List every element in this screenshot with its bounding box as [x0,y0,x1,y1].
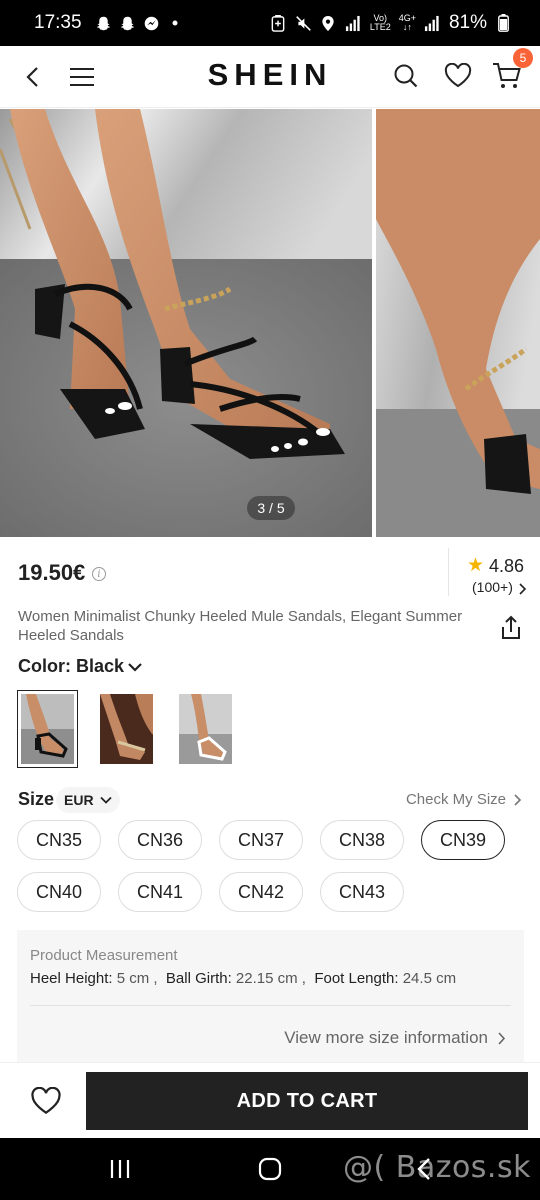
ball-girth-value: 22.15 cm , [231,970,306,987]
color-label: Color: Black [18,656,125,676]
signal-icon [424,15,441,32]
rating-summary[interactable]: ★ 4.86 (100+) [448,548,540,596]
product-gallery[interactable]: 3 / 5 [0,109,540,537]
size-unit-selector[interactable]: EUR [56,787,120,813]
battery-icon [495,14,512,32]
check-my-size-link[interactable]: Check My Size [406,791,522,808]
dot-icon [167,15,184,32]
cart-badge: 5 [513,48,533,68]
location-icon [320,15,337,32]
snapchat-icon [119,15,136,32]
info-icon[interactable]: i [92,567,106,581]
chevron-right-icon [514,793,522,806]
system-nav-bar: @( Bazos.sk [0,1138,540,1200]
size-option-cn39[interactable]: CN39 [421,820,505,860]
color-swatch-black[interactable] [17,690,78,768]
recent-apps-icon [110,1160,130,1178]
color-swatch-brown[interactable] [96,690,157,768]
home-button[interactable] [250,1154,290,1184]
ball-girth-label: Ball Girth: [165,970,232,987]
search-icon[interactable] [386,56,426,96]
image-counter: 3 / 5 [247,496,295,520]
size-option-cn40[interactable]: CN40 [17,872,101,912]
battery-percent: 81% [448,12,487,33]
bottom-action-bar: ADD TO CART [0,1062,540,1138]
wishlist-button[interactable] [26,1083,66,1119]
cart-button[interactable]: 5 [487,48,533,96]
heel-height-value: 5 cm , [112,970,158,987]
add-to-cart-button[interactable]: ADD TO CART [86,1072,528,1130]
network-label: Vo) LTE2 [369,13,391,32]
size-option-cn41[interactable]: CN41 [118,872,202,912]
color-swatches [17,690,236,768]
price-row: 19.50€ i ★ 4.86 (100+) [0,544,540,600]
color-selector[interactable]: Color: Black [18,656,142,677]
mute-icon [295,15,312,32]
foot-length-value: 24.5 cm [398,970,457,987]
measurement-values: Heel Height: 5 cm , Ball Girth: 22.15 cm… [30,970,456,987]
menu-icon[interactable] [62,57,102,97]
product-image[interactable] [0,109,372,537]
divider [30,1005,511,1006]
heart-icon[interactable] [438,56,478,96]
price: 19.50€ [18,560,86,585]
swatch-thumbnail [21,694,74,764]
status-time: 17:35 [34,12,82,33]
product-image-next[interactable] [376,109,540,537]
check-my-size-label: Check My Size [405,791,506,808]
back-arrow-icon[interactable] [13,57,53,97]
snapchat-icon [95,15,112,32]
chevron-down-icon [99,796,112,804]
status-bar: 17:35 Vo) LTE2 4G+ ↓↑ 81% [0,0,540,46]
heel-height-label: Heel Height: [30,970,113,987]
chevron-down-icon [128,662,142,672]
home-icon [258,1157,282,1181]
star-icon: ★ [467,555,485,576]
data-label: 4G+ ↓↑ [398,13,416,32]
product-title: Women Minimalist Chunky Heeled Mule Sand… [18,608,463,644]
app-header: SHEIN 5 [0,46,540,108]
color-swatch-white[interactable] [175,690,236,768]
measurement-title: Product Measurement [30,947,178,964]
product-measurement: Product Measurement Heel Height: 5 cm , … [17,930,524,1064]
foot-length-label: Foot Length: [314,970,399,987]
size-option-cn37[interactable]: CN37 [219,820,303,860]
swatch-thumbnail [179,694,232,764]
size-option-cn38[interactable]: CN38 [320,820,404,860]
view-more-size-link[interactable]: View more size information [284,1028,506,1048]
size-option-cn42[interactable]: CN42 [219,872,303,912]
battery-saver-icon [270,14,287,32]
size-unit-value: EUR [64,792,94,808]
review-count: (100+) [472,579,513,595]
recent-apps-button[interactable] [100,1154,140,1184]
heart-icon [31,1086,61,1114]
swatch-thumbnail [100,694,153,764]
watermark: @( Bazos.sk [343,1150,531,1185]
rating-value: 4.86 [489,556,525,576]
share-icon[interactable] [497,614,525,642]
messenger-icon [143,15,160,32]
size-label: Size [18,789,55,809]
size-option-cn36[interactable]: CN36 [118,820,202,860]
chevron-right-icon [498,1031,506,1045]
size-option-cn43[interactable]: CN43 [320,872,404,912]
chevron-right-icon [519,583,527,595]
size-options: CN35 CN36 CN37 CN38 CN39 CN40 CN41 CN42 CN43 [17,820,527,912]
view-more-size-label: View more size information [284,1028,488,1047]
size-option-cn35[interactable]: CN35 [17,820,101,860]
signal-icon [345,15,362,32]
